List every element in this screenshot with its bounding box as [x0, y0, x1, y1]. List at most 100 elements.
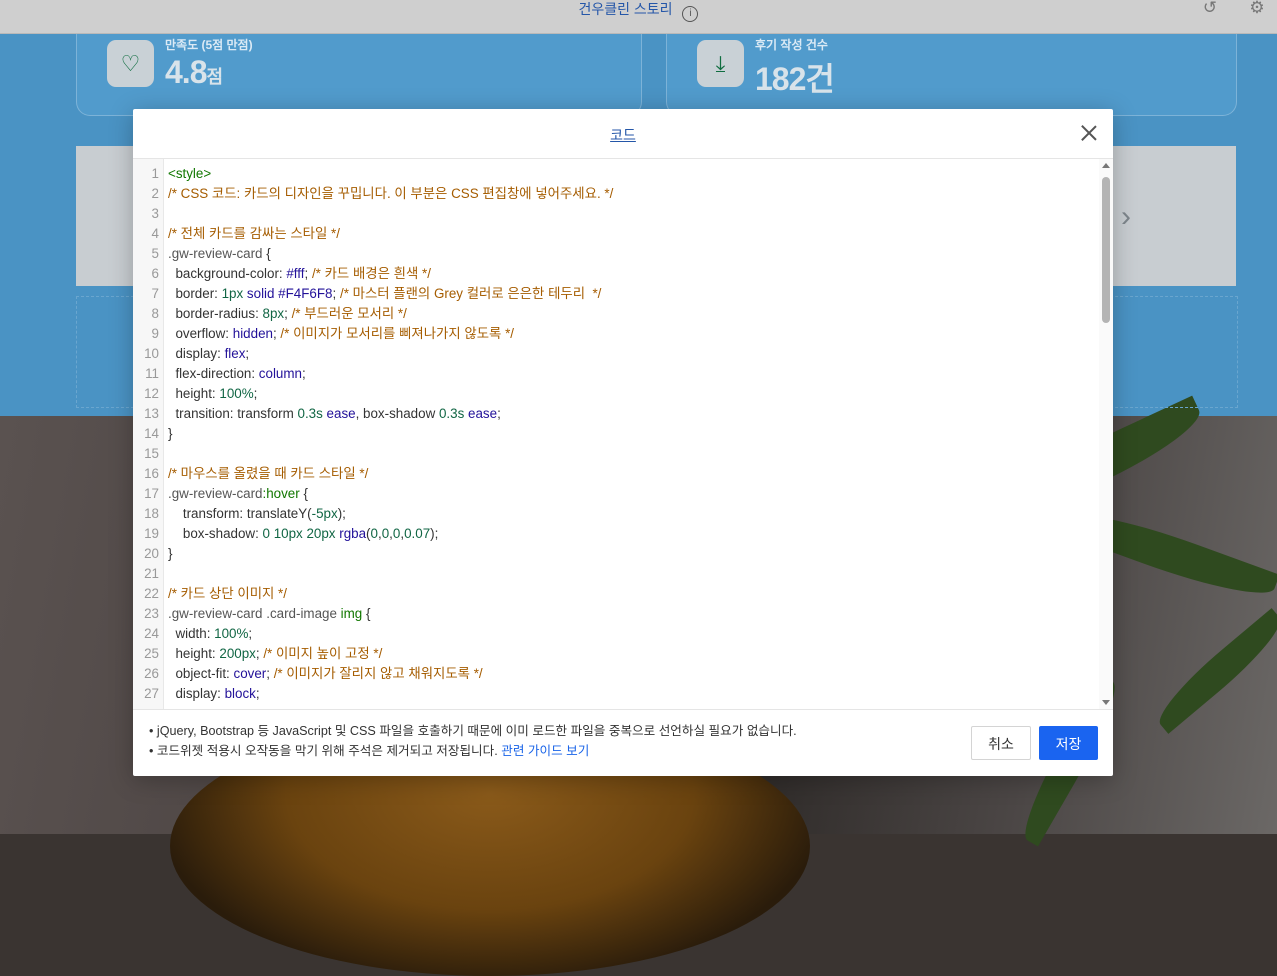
line-number: 14 [144, 426, 159, 441]
code-token: ); [430, 526, 439, 541]
scroll-down-arrow[interactable] [1102, 700, 1110, 705]
code-text: .gw-review-card:hover { [168, 484, 308, 504]
code-token: hidden [232, 326, 273, 341]
scroll-up-arrow[interactable] [1102, 163, 1110, 168]
code-token: overflow: [168, 326, 233, 341]
code-token: transform: translateY( [168, 506, 312, 521]
code-text: overflow: hidden; /* 이미지가 모서리를 삐져나가지 않도록… [168, 324, 514, 344]
line-number: 23 [144, 606, 159, 621]
code-token: 0.3s [438, 406, 465, 421]
code-line: 19 box-shadow: 0 10px 20px rgba(0,0,0,0.… [133, 524, 1099, 544]
code-line: 15 [133, 444, 1099, 464]
code-token: } [168, 546, 173, 561]
close-icon[interactable] [1079, 123, 1099, 143]
code-line: 13 transition: transform 0.3s ease, box-… [133, 404, 1099, 424]
code-token: ); [337, 506, 346, 521]
download-icon: ⤓ [697, 40, 744, 87]
code-token: 100% [214, 626, 249, 641]
chevron-right-icon[interactable]: › [1121, 200, 1131, 234]
line-number: 13 [144, 406, 159, 421]
code-token: /* 마스터 플랜의 Grey 컬러로 은은한 테두리 */ [339, 286, 602, 301]
code-text: display: flex; [168, 344, 249, 364]
line-number: 11 [145, 366, 159, 381]
code-token: .gw-review-card .card-image [168, 606, 337, 621]
code-text: transform: translateY(-5px); [168, 504, 346, 524]
code-token: .gw-review-card [168, 486, 263, 501]
info-icon[interactable]: i [682, 6, 699, 22]
code-token: /* 카드 배경은 흰색 */ [311, 266, 431, 281]
guide-link[interactable]: 관련 가이드 보기 [501, 744, 589, 758]
code-token: cover [233, 666, 267, 681]
code-lines[interactable]: 1 <style> 2 /* CSS 코드: 카드의 디자인을 꾸밉니다. 이 부분은… [133, 164, 1099, 704]
code-token: #fff [286, 266, 305, 281]
line-number: 7 [151, 286, 159, 301]
code-line: 11 flex-direction: column; [133, 364, 1099, 384]
code-token: box-shadow: [168, 526, 263, 541]
code-line: 3 [133, 204, 1099, 224]
code-token: ; [284, 306, 292, 321]
code-token: /* 마우스를 올렸을 때 카드 스타일 */ [168, 466, 369, 481]
line-number: 15 [144, 446, 159, 461]
line-number: 27 [144, 686, 159, 701]
code-token: img [340, 606, 363, 621]
scrollbar-thumb[interactable] [1102, 177, 1110, 323]
code-token: 0 10px 20px [262, 526, 336, 541]
code-token: 1px [221, 286, 244, 301]
code-token: ; [301, 366, 306, 381]
code-text: /* 마우스를 올렸을 때 카드 스타일 */ [168, 464, 368, 484]
code-token: height: [168, 646, 220, 661]
code-text: /* 전체 카드를 감싸는 스타일 */ [168, 224, 340, 244]
code-text: /* CSS 코드: 카드의 디자인을 꾸밉니다. 이 부분은 CSS 편집창에… [168, 184, 613, 204]
code-token: { [299, 486, 308, 501]
code-token: { [362, 606, 371, 621]
code-token: transition: transform [168, 406, 298, 421]
code-token: -5px [311, 506, 338, 521]
code-token: flex-direction: [168, 366, 259, 381]
code-text: .gw-review-card { [168, 244, 271, 264]
code-text: <style> [168, 164, 211, 184]
code-line: 22 /* 카드 상단 이미지 */ [133, 584, 1099, 604]
save-button[interactable]: 저장 [1039, 726, 1098, 760]
footer-notes: • jQuery, Bootstrap 등 JavaScript 및 CSS 파… [149, 721, 797, 761]
stat-value: 182건 [755, 61, 835, 97]
code-token: ; [304, 266, 312, 281]
line-number: 9 [151, 326, 159, 341]
code-token: } [168, 426, 173, 441]
line-number: 21 [144, 566, 159, 581]
code-token: block [224, 686, 256, 701]
code-token: 8px [262, 306, 285, 321]
line-number: 18 [144, 506, 159, 521]
code-token: 200px [219, 646, 256, 661]
gear-icon[interactable]: ⚙ [1247, 0, 1267, 20]
history-icon[interactable]: ↺ [1200, 0, 1220, 20]
code-editor[interactable]: 1 <style> 2 /* CSS 코드: 카드의 디자인을 꾸밉니다. 이 부분은… [133, 159, 1113, 710]
modal-header: 코드 [133, 109, 1113, 159]
code-text: display: block; [168, 684, 259, 704]
code-line: 7 border: 1px solid #F4F6F8; /* 마스터 플랜의 … [133, 284, 1099, 304]
code-line: 6 background-color: #fff; /* 카드 배경은 흰색 *… [133, 264, 1099, 284]
line-number: 26 [144, 666, 159, 681]
line-number: 8 [151, 306, 159, 321]
code-token: ; [497, 406, 501, 421]
code-token: column [258, 366, 302, 381]
stat-label: 만족도 (5점 만점) [165, 38, 253, 52]
code-text: background-color: #fff; /* 카드 배경은 흰색 */ [168, 264, 431, 284]
header-title[interactable]: 건우클린 스토리 i [0, 0, 1277, 22]
code-token: ; [253, 386, 258, 401]
code-token: 0.3s [297, 406, 323, 421]
code-text: box-shadow: 0 10px 20px rgba(0,0,0,0.07)… [168, 524, 438, 544]
note-line-1: • jQuery, Bootstrap 등 JavaScript 및 CSS 파… [149, 724, 797, 738]
code-line: 10 display: flex; [133, 344, 1099, 364]
code-token: height: [168, 386, 220, 401]
code-token: background-color: [168, 266, 287, 281]
stat-value: 4.8점 [165, 54, 223, 91]
code-line: 26 object-fit: cover; /* 이미지가 잘리지 않고 채워지… [133, 664, 1099, 684]
code-line: 2 /* CSS 코드: 카드의 디자인을 꾸밉니다. 이 부분은 CSS 편집창… [133, 184, 1099, 204]
scrollbar[interactable] [1099, 159, 1113, 709]
code-line: 21 [133, 564, 1099, 584]
line-number: 19 [144, 526, 159, 541]
cancel-button[interactable]: 취소 [971, 726, 1031, 760]
line-number: 2 [151, 186, 159, 201]
code-token: ; [266, 666, 274, 681]
top-bar: 건우클린 스토리 i ↺ ⚙ [0, 0, 1277, 34]
